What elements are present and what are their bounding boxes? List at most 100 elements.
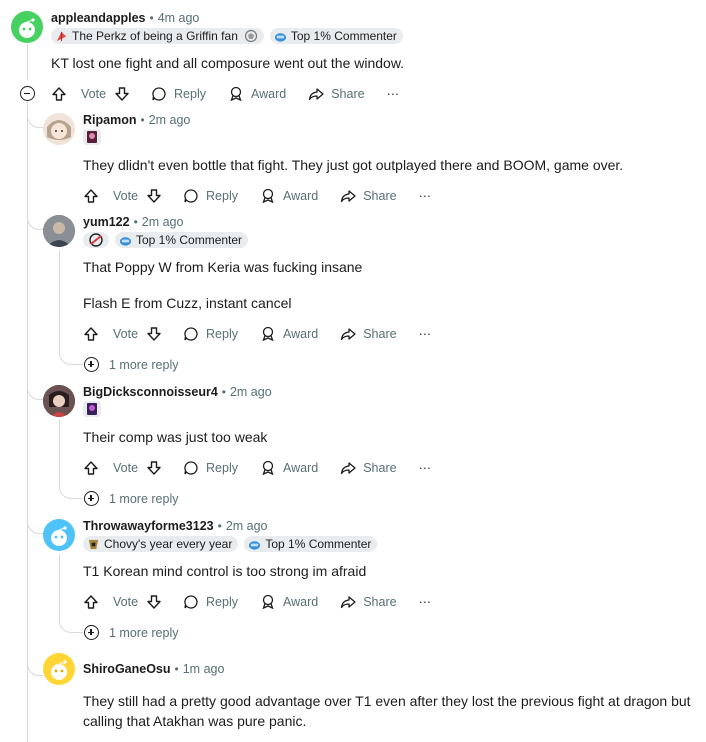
more-options-button[interactable]: ··· <box>419 327 432 341</box>
comment-time[interactable]: 1m ago <box>183 662 225 676</box>
share-button[interactable]: Share <box>340 188 397 204</box>
award-label: Award <box>283 189 319 203</box>
user-flair: The Perkz of being a Griffin fan <box>51 28 264 44</box>
share-icon <box>341 596 356 609</box>
comment-actions: Vote Reply Award Share ··· <box>83 322 453 346</box>
comment-body-line: Flash E from Cuzz, instant cancel <box>83 295 292 311</box>
reply-icon <box>184 595 198 609</box>
user-flair-image <box>83 129 101 145</box>
vote-group: Vote <box>83 460 169 476</box>
vote-group: Vote <box>83 326 169 342</box>
vote-label: Vote <box>113 461 139 475</box>
avatar[interactable] <box>11 11 43 43</box>
comment-author[interactable]: Ripamon <box>83 113 136 127</box>
reply-button[interactable]: Reply <box>183 188 238 204</box>
award-label: Award <box>283 461 319 475</box>
reply-icon <box>184 327 198 341</box>
upvote-icon[interactable] <box>83 460 99 476</box>
share-button[interactable]: Share <box>340 460 397 476</box>
badge-text: Top 1% Commenter <box>265 537 372 551</box>
award-label: Award <box>283 595 319 609</box>
upvote-icon[interactable] <box>83 188 99 204</box>
share-button[interactable]: Share <box>340 594 397 610</box>
downvote-icon[interactable] <box>146 594 162 610</box>
thread-line-sub <box>59 250 60 350</box>
avatar[interactable] <box>43 385 75 417</box>
share-button[interactable]: Share <box>340 326 397 342</box>
award-button[interactable]: Award <box>260 594 318 610</box>
reply-label: Reply <box>206 461 238 475</box>
share-button[interactable]: Share <box>308 86 365 102</box>
reply-label: Reply <box>174 87 206 101</box>
more-options-button[interactable]: ··· <box>387 87 400 101</box>
thread-curve-sub <box>59 613 83 633</box>
separator-dot: • <box>149 11 154 25</box>
upvote-icon[interactable] <box>83 326 99 342</box>
more-replies-text: 1 more reply <box>109 625 179 640</box>
comment-time[interactable]: 2m ago <box>230 385 272 399</box>
share-label: Share <box>363 595 397 609</box>
vote-label: Vote <box>113 189 139 203</box>
collapse-thread-button[interactable] <box>20 86 35 101</box>
award-button[interactable]: Award <box>228 86 286 102</box>
thread-curve-sub <box>59 479 83 499</box>
avatar[interactable] <box>43 113 75 145</box>
comment-time[interactable]: 4m ago <box>158 11 200 25</box>
reply-button[interactable]: Reply <box>151 86 206 102</box>
vote-group: Vote <box>51 86 137 102</box>
avatar[interactable] <box>43 653 75 685</box>
downvote-icon[interactable] <box>114 86 130 102</box>
top-commenter-badge: Top 1% Commenter <box>115 232 249 248</box>
more-options-button[interactable]: ··· <box>419 595 432 609</box>
downvote-icon[interactable] <box>146 188 162 204</box>
comment-author[interactable]: Throwawayforme3123 <box>83 519 214 533</box>
top-commenter-badge: Top 1% Commenter <box>244 536 378 552</box>
thread-curve <box>27 110 43 128</box>
reply-button[interactable]: Reply <box>183 460 238 476</box>
downvote-icon[interactable] <box>146 326 162 342</box>
upvote-icon[interactable] <box>51 86 67 102</box>
comment-author[interactable]: yum122 <box>83 215 130 229</box>
comment-time[interactable]: 2m ago <box>142 215 184 229</box>
comment-body: T1 Korean mind control is too strong im … <box>83 563 367 579</box>
share-icon <box>341 190 356 203</box>
award-button[interactable]: Award <box>260 326 318 342</box>
comment-body: Their comp was just too weak <box>83 429 268 445</box>
comment-time[interactable]: 2m ago <box>226 519 268 533</box>
user-flair-image <box>83 232 109 248</box>
user-flair: Chovy's year every year <box>83 536 239 552</box>
avatar[interactable] <box>43 519 75 551</box>
griffin-logo-icon <box>244 29 257 43</box>
reply-button[interactable]: Reply <box>183 326 238 342</box>
comment-time[interactable]: 2m ago <box>149 113 191 127</box>
vote-label: Vote <box>113 327 139 341</box>
downvote-icon[interactable] <box>146 460 162 476</box>
top-commenter-icon <box>249 540 261 550</box>
award-button[interactable]: Award <box>260 460 318 476</box>
comment-body: KT lost one fight and all composure went… <box>51 55 405 71</box>
avatar[interactable] <box>43 215 75 247</box>
comment-body: They dlidn't even bottle that fight. The… <box>83 157 624 173</box>
separator-dot: • <box>174 662 179 676</box>
expand-plus-icon <box>84 357 99 372</box>
reply-button[interactable]: Reply <box>183 594 238 610</box>
thread-curve <box>27 382 43 400</box>
more-options-button[interactable]: ··· <box>419 461 432 475</box>
share-icon <box>309 88 324 101</box>
award-button[interactable]: Award <box>260 188 318 204</box>
more-replies-link[interactable]: 1 more reply <box>84 491 178 506</box>
comment-body: They still had a pretty good advantage o… <box>83 693 691 729</box>
upvote-icon[interactable] <box>83 594 99 610</box>
more-replies-link[interactable]: 1 more reply <box>84 357 178 372</box>
comment-author[interactable]: ShiroGaneOsu <box>83 662 171 676</box>
champion-flair-icon <box>87 403 97 415</box>
thread-curve-sub <box>59 345 83 365</box>
award-icon <box>230 86 242 102</box>
vote-group: Vote <box>83 188 169 204</box>
comment-author[interactable]: BigDicksconnoisseur4 <box>83 385 218 399</box>
more-replies-link[interactable]: 1 more reply <box>84 625 178 640</box>
flair-text: The Perkz of being a Griffin fan <box>72 29 238 43</box>
more-options-button[interactable]: ··· <box>419 189 432 203</box>
more-replies-text: 1 more reply <box>109 491 179 506</box>
comment-author[interactable]: appleandapples <box>51 11 145 25</box>
